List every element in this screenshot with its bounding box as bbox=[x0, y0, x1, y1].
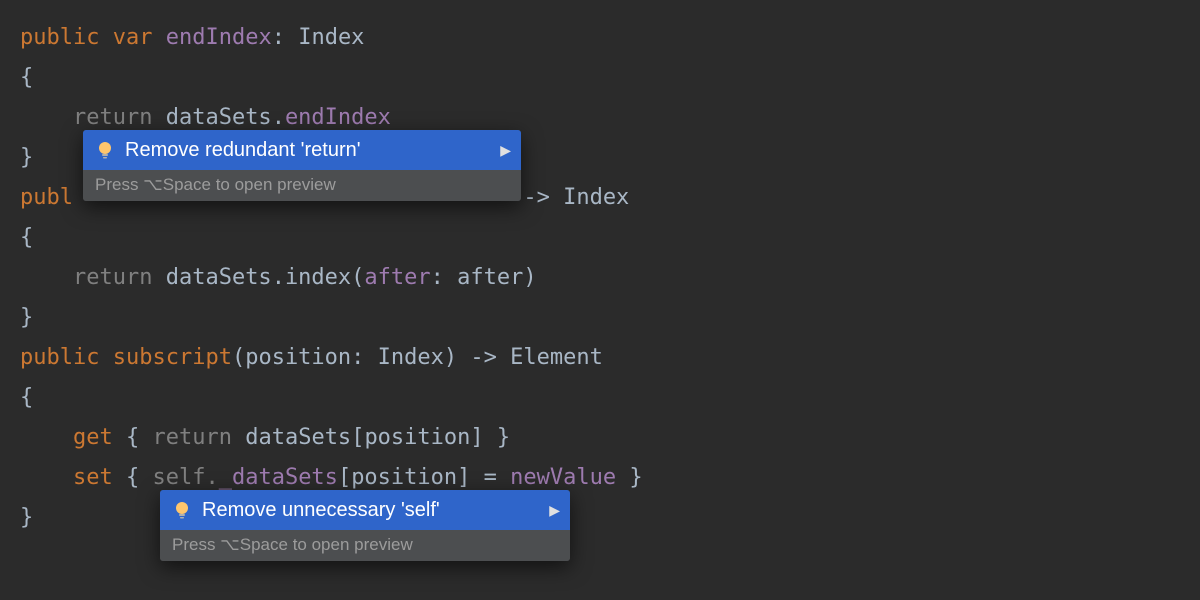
keyword-return: return bbox=[73, 265, 152, 290]
keyword-var: var bbox=[113, 25, 153, 50]
chevron-right-icon: ▶ bbox=[549, 496, 560, 524]
property-ref: endIndex bbox=[285, 105, 391, 130]
brace-close: } bbox=[629, 465, 642, 490]
code-line: } bbox=[20, 298, 1180, 338]
chevron-right-icon: ▶ bbox=[500, 136, 511, 164]
dot: . bbox=[272, 105, 285, 130]
type-ref: Index bbox=[563, 185, 629, 210]
arg-label: after bbox=[364, 265, 430, 290]
intention-hint: Press ⌥Space to open preview bbox=[160, 530, 570, 561]
intention-popup[interactable]: Remove redundant 'return' ▶ Press ⌥Space… bbox=[83, 130, 521, 201]
brace-close: } bbox=[497, 425, 510, 450]
arrow: -> bbox=[523, 185, 550, 210]
paren-close: ) bbox=[444, 345, 457, 370]
brace-open: { bbox=[20, 385, 33, 410]
identifier: dataSets bbox=[245, 425, 351, 450]
arrow: -> bbox=[470, 345, 497, 370]
identifier: dataSets bbox=[166, 105, 272, 130]
dot: . bbox=[272, 265, 285, 290]
colon: : bbox=[272, 25, 285, 50]
code-editor[interactable]: public var endIndex: Index { return data… bbox=[0, 0, 1200, 556]
brace-close: } bbox=[20, 145, 33, 170]
paren-close: ) bbox=[523, 265, 536, 290]
intention-label: Remove unnecessary 'self' bbox=[202, 496, 440, 524]
keyword-return: return bbox=[152, 425, 231, 450]
method-call: index bbox=[285, 265, 351, 290]
bracket-open: [ bbox=[338, 465, 351, 490]
keyword-self: self bbox=[152, 465, 205, 490]
property-name: endIndex bbox=[166, 25, 272, 50]
intention-hint: Press ⌥Space to open preview bbox=[83, 170, 521, 201]
index-param: position bbox=[364, 425, 470, 450]
code-line: get { return dataSets[position] } bbox=[20, 418, 1180, 458]
brace-open: { bbox=[126, 465, 139, 490]
bracket-close: ] bbox=[470, 425, 483, 450]
keyword-get: get bbox=[73, 425, 113, 450]
equals: = bbox=[484, 465, 497, 490]
keyword-public-partial: publ bbox=[20, 185, 73, 210]
paren-open: ( bbox=[232, 345, 245, 370]
colon: : bbox=[431, 265, 444, 290]
lightbulb-icon bbox=[172, 500, 192, 520]
paren-open: ( bbox=[351, 265, 364, 290]
newvalue: newValue bbox=[510, 465, 616, 490]
field-ref: _dataSets bbox=[219, 465, 338, 490]
keyword-return: return bbox=[73, 105, 152, 130]
brace-open: { bbox=[126, 425, 139, 450]
brace-open: { bbox=[20, 65, 33, 90]
code-line: { bbox=[20, 58, 1180, 98]
brace-close: } bbox=[20, 305, 33, 330]
code-line: { bbox=[20, 378, 1180, 418]
code-line: public subscript(position: Index) -> Ele… bbox=[20, 338, 1180, 378]
type-ref: Index bbox=[298, 25, 364, 50]
brace-close: } bbox=[20, 505, 33, 530]
type-ref: Index bbox=[378, 345, 444, 370]
keyword-public: public bbox=[20, 25, 99, 50]
keyword-public: public bbox=[20, 345, 99, 370]
intention-action-remove-return[interactable]: Remove redundant 'return' ▶ bbox=[83, 130, 521, 170]
param-name: position bbox=[245, 345, 351, 370]
arg-value: after bbox=[457, 265, 523, 290]
colon: : bbox=[351, 345, 364, 370]
intention-popup[interactable]: Remove unnecessary 'self' ▶ Press ⌥Space… bbox=[160, 490, 570, 561]
code-line: return dataSets.index(after: after) bbox=[20, 258, 1180, 298]
keyword-subscript: subscript bbox=[113, 345, 232, 370]
keyword-set: set bbox=[73, 465, 113, 490]
bracket-close: ] bbox=[457, 465, 470, 490]
identifier: dataSets bbox=[166, 265, 272, 290]
brace-open: { bbox=[20, 225, 33, 250]
code-line: { bbox=[20, 218, 1180, 258]
index-param: position bbox=[351, 465, 457, 490]
type-ref: Element bbox=[510, 345, 603, 370]
dot: . bbox=[205, 465, 218, 490]
code-line: public var endIndex: Index bbox=[20, 18, 1180, 58]
intention-action-remove-self[interactable]: Remove unnecessary 'self' ▶ bbox=[160, 490, 570, 530]
intention-label: Remove redundant 'return' bbox=[125, 136, 361, 164]
bracket-open: [ bbox=[351, 425, 364, 450]
lightbulb-icon bbox=[95, 140, 115, 160]
